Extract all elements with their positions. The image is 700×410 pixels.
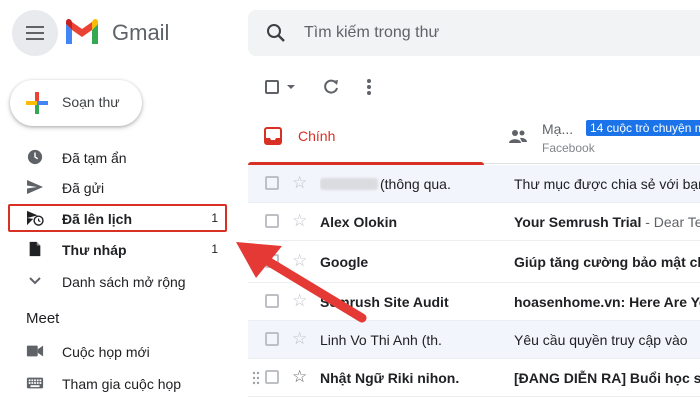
sidebar-item-sent[interactable]: Đã gửi	[0, 172, 240, 202]
email-subject: hoasenhome.vn: Here Are Your	[514, 294, 700, 310]
redacted-text	[320, 178, 378, 190]
subject-text: Thư mục được chia sẻ với bạn	[514, 176, 700, 192]
tab-primary[interactable]: Chính	[248, 108, 484, 165]
gmail-logo-icon[interactable]	[64, 18, 100, 46]
email-row[interactable]: ☆ (thông qua. Thư mục được chia sẻ với b…	[248, 165, 700, 203]
chevron-down-icon	[29, 277, 41, 285]
row-checkbox[interactable]	[265, 214, 279, 228]
star-icon[interactable]: ☆	[292, 212, 307, 230]
send-icon	[27, 180, 43, 194]
sidebar-item-label: Tham gia cuộc họp	[62, 376, 182, 392]
sidebar-item-label: Danh sách mở rộng	[62, 274, 186, 290]
sidebar-item-drafts[interactable]: Thư nháp 1	[0, 234, 240, 264]
email-sender: Alex Olokin	[320, 214, 398, 230]
top-bar: Gmail Tìm kiếm trong thư	[0, 0, 700, 66]
keyboard-icon	[26, 377, 44, 389]
email-subject: Yêu cầu quyền truy cập vào	[514, 332, 688, 348]
drag-handle-icon[interactable]	[252, 371, 260, 385]
star-icon[interactable]: ☆	[292, 330, 307, 348]
category-tabs: Chính Mạ... 14 cuộc trò chuyện m Faceboo…	[248, 108, 700, 165]
refresh-icon[interactable]	[322, 78, 340, 96]
video-camera-icon	[26, 345, 44, 357]
more-vert-icon[interactable]	[366, 78, 372, 96]
tab-sublabel: Facebook	[542, 141, 595, 155]
row-checkbox[interactable]	[265, 332, 279, 346]
email-row[interactable]: ☆ Linh Vo Thi Anh (th. Yêu cầu quyền tru…	[248, 321, 700, 359]
sidebar-item-label: Đã gửi	[62, 180, 105, 196]
row-checkbox[interactable]	[265, 176, 279, 190]
email-subject: [ĐANG DIỄN RA] Buổi học số 1	[514, 370, 700, 386]
subject-text: hoasenhome.vn: Here Are Your	[514, 294, 700, 310]
inbox-icon	[264, 127, 282, 145]
new-badge: 14 cuộc trò chuyện m	[586, 120, 700, 136]
sidebar-item-new-meeting[interactable]: Cuộc họp mới	[0, 336, 240, 366]
subject-text: Giúp tăng cường bảo mật cho	[514, 254, 700, 270]
sidebar-item-label: Đã lên lịch	[62, 211, 133, 227]
sidebar-item-snoozed[interactable]: Đã tạm ẩn	[0, 142, 240, 172]
meet-section-title: Meet	[26, 310, 60, 327]
sidebar-item-count: 1	[211, 211, 218, 225]
compose-button[interactable]: Soạn thư	[10, 80, 142, 126]
sidebar-item-join-meeting[interactable]: Tham gia cuộc họp	[0, 368, 240, 398]
search-placeholder: Tìm kiếm trong thư	[304, 24, 440, 41]
email-subject: Your Semrush Trial - Dear Team	[514, 214, 700, 230]
email-subject: Giúp tăng cường bảo mật cho	[514, 254, 700, 270]
annotation-arrow-icon	[236, 242, 367, 323]
row-checkbox[interactable]	[265, 370, 279, 384]
draft-icon	[29, 241, 41, 257]
mail-toolbar	[248, 66, 700, 108]
email-sender: (thông qua.	[320, 176, 506, 192]
email-sender: Nhật Ngữ Riki nihon.	[320, 370, 460, 386]
tab-label: Chính	[298, 128, 336, 144]
subject-text: Yêu cầu quyền truy cập vào	[514, 332, 688, 348]
tab-label: Mạ...	[542, 121, 574, 137]
star-icon[interactable]: ☆	[292, 174, 307, 192]
search-bar[interactable]: Tìm kiếm trong thư	[248, 10, 700, 56]
select-all-checkbox[interactable]	[265, 80, 279, 94]
subject-text: [ĐANG DIỄN RA] Buổi học số 1	[514, 370, 700, 386]
people-icon	[509, 130, 527, 143]
scheduled-send-icon	[27, 210, 44, 226]
compose-label: Soạn thư	[62, 94, 120, 110]
sender-text: (thông qua.	[380, 176, 451, 192]
sidebar-item-label: Cuộc họp mới	[62, 344, 150, 360]
sidebar-item-label: Đã tạm ẩn	[62, 150, 127, 166]
caret-down-icon[interactable]	[286, 84, 296, 90]
tab-social[interactable]: Mạ... 14 cuộc trò chuyện m Facebook	[484, 108, 700, 164]
subject-text: Your Semrush Trial	[514, 214, 642, 230]
snippet-text: - Dear Team	[645, 214, 700, 230]
clock-icon	[27, 149, 43, 165]
hamburger-icon	[26, 26, 44, 40]
sidebar-item-count: 1	[211, 242, 218, 256]
sidebar-item-more[interactable]: Danh sách mở rộng	[0, 266, 240, 296]
main-menu-button[interactable]	[12, 10, 58, 56]
email-subject: Thư mục được chia sẻ với bạn	[514, 176, 700, 192]
search-icon[interactable]	[266, 23, 286, 43]
plus-icon	[26, 92, 48, 114]
star-icon[interactable]: ☆	[292, 368, 307, 386]
sidebar-item-label: Thư nháp	[62, 242, 127, 258]
brand-name: Gmail	[112, 20, 170, 45]
sidebar-item-scheduled[interactable]: Đã lên lịch 1	[0, 203, 240, 233]
email-row[interactable]: ☆ Nhật Ngữ Riki nihon. [ĐANG DIỄN RA] Bu…	[248, 359, 700, 397]
email-sender: Linh Vo Thi Anh (th.	[320, 332, 442, 348]
